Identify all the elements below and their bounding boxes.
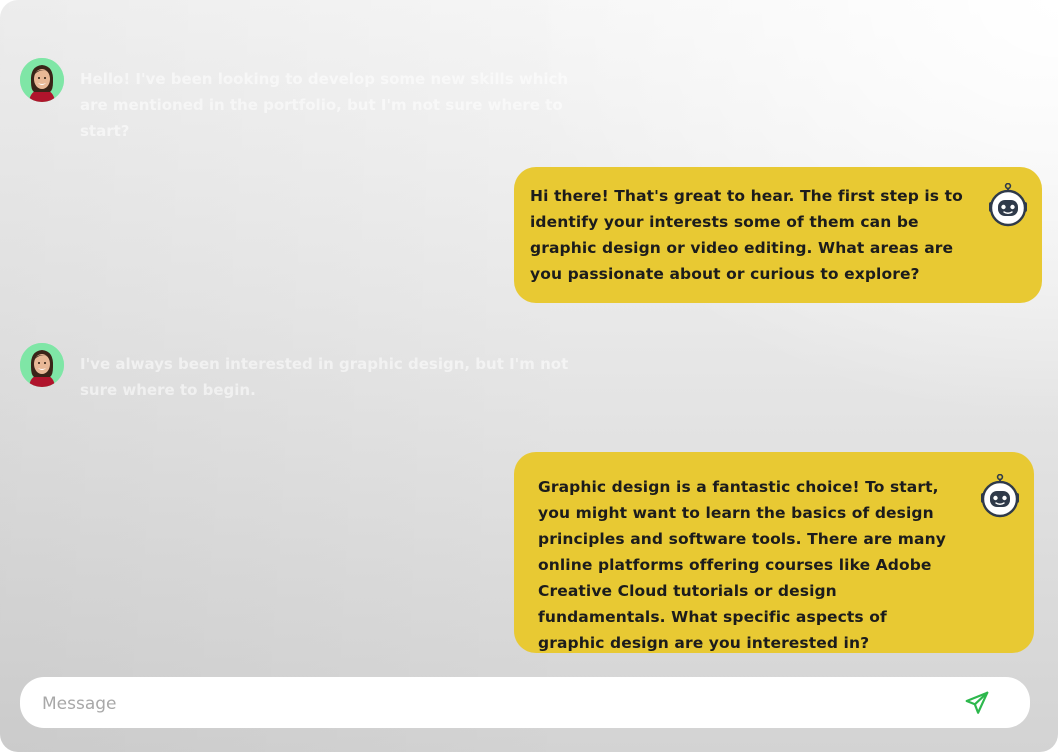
robot-icon (989, 183, 1027, 227)
robot-icon (981, 474, 1019, 518)
user-avatar (20, 343, 64, 387)
send-icon[interactable] (964, 690, 990, 716)
user-message-1: Hello! I've been looking to develop some… (80, 70, 569, 140)
chat-panel: Hello! I've been looking to develop some… (0, 0, 1058, 752)
user-avatar (20, 58, 64, 102)
message-input[interactable] (40, 677, 944, 730)
woman-avatar-icon (20, 343, 64, 387)
bot-message-1: Hi there! That's great to hear. The firs… (530, 187, 963, 283)
bot-message-2: Graphic design is a fantastic choice! To… (538, 478, 946, 652)
user-message-2: I've always been interested in graphic d… (80, 355, 569, 399)
woman-avatar-icon (20, 58, 64, 102)
message-composer (20, 677, 1030, 730)
